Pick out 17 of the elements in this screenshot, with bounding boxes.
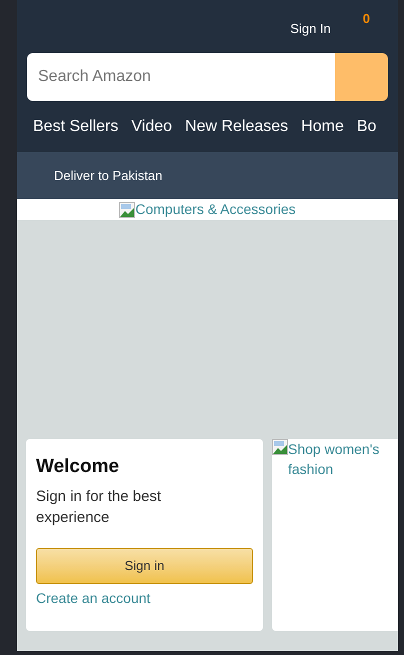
welcome-text: Sign in for the best experience (36, 486, 162, 528)
create-account-link[interactable]: Create an account (36, 588, 253, 608)
nav-link[interactable]: Video (131, 115, 172, 139)
promo-alt-text[interactable]: Shop women's fashion (288, 439, 398, 479)
hero-alt-text[interactable]: Computers & Accessories (135, 199, 296, 220)
nav-link[interactable]: Bo (356, 115, 376, 139)
search-field[interactable]: Search Amazon (27, 53, 335, 101)
sign-in-button[interactable]: Sign in (36, 548, 253, 584)
sign-in-link[interactable]: Sign In (290, 19, 331, 38)
nav-link[interactable]: Home (301, 115, 344, 139)
welcome-title: Welcome (36, 455, 120, 479)
search-button[interactable] (335, 53, 388, 101)
cart-count: 0 (362, 10, 370, 28)
deliver-location[interactable]: Deliver to Pakistan (54, 166, 162, 186)
nav-link[interactable]: New Releases (185, 115, 288, 139)
broken-image-icon (119, 202, 136, 218)
nav-link[interactable]: Best Sellers (33, 115, 118, 139)
